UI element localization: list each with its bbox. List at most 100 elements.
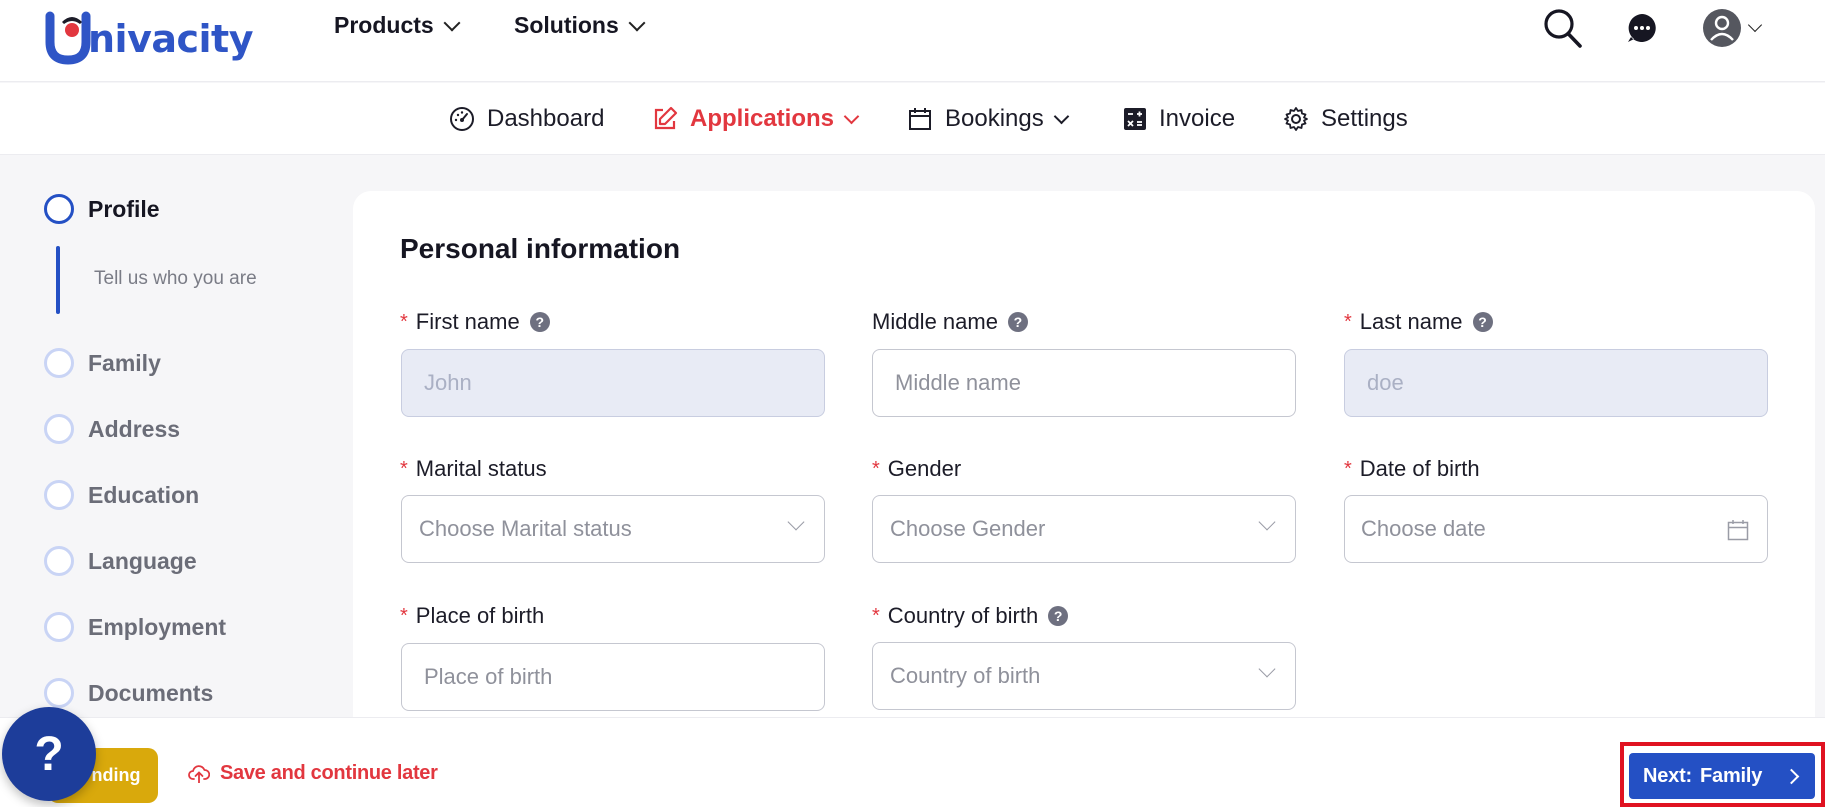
menu-products[interactable]: Products: [334, 12, 461, 39]
chevron-down-icon: [1053, 108, 1070, 124]
label-text: First name: [415, 309, 520, 334]
required-marker: *: [1344, 457, 1352, 480]
step-indicator: [44, 414, 74, 444]
country-of-birth-select[interactable]: Country of birth: [872, 642, 1296, 710]
chevron-down-icon: [1258, 660, 1276, 678]
step-indicator: [44, 678, 74, 708]
step-label: Employment: [88, 613, 227, 640]
calculator-icon: [1124, 108, 1146, 130]
date-of-birth-picker[interactable]: Choose date: [1344, 495, 1768, 563]
step-language[interactable]: Language: [44, 546, 197, 576]
place-of-birth-field[interactable]: Place of birth: [401, 643, 825, 711]
chat-icon[interactable]: [1626, 12, 1658, 49]
select-value: Country of birth: [890, 663, 1041, 688]
step-employment[interactable]: Employment: [44, 612, 226, 642]
required-marker: *: [400, 310, 408, 333]
last-name-field[interactable]: doe: [1344, 349, 1768, 417]
marital-status-select[interactable]: Choose Marital status: [401, 495, 825, 563]
chevron-right-icon: [1783, 768, 1800, 784]
brand-name: nivacity: [88, 17, 253, 61]
middle-name-label: Middle name ?: [872, 309, 1028, 335]
step-description: Tell us who you are: [94, 268, 257, 289]
step-indicator: [44, 194, 74, 224]
step-label: Documents: [88, 679, 214, 706]
section-title: Personal information: [400, 233, 681, 264]
step-label: Profile: [88, 195, 160, 222]
help-icon[interactable]: ?: [1472, 312, 1493, 332]
label-text: Last name: [1359, 309, 1463, 334]
label-text: Place of birth: [415, 603, 545, 628]
help-button[interactable]: ?: [2, 707, 96, 801]
chevron-down-icon: [443, 14, 461, 31]
nav-applications-label: Applications: [690, 105, 835, 132]
place-of-birth-label: * Place of birth: [400, 603, 544, 629]
step-label: Education: [88, 481, 200, 508]
gear-icon: [1284, 107, 1308, 131]
step-label: Family: [88, 349, 161, 376]
menu-solutions[interactable]: Solutions: [514, 12, 646, 39]
step-indicator: [44, 546, 74, 576]
help-icon[interactable]: ?: [529, 312, 550, 332]
menu-products-label: Products: [334, 12, 434, 38]
calendar-icon: [909, 108, 931, 130]
first-name-label: * First name ?: [400, 309, 550, 335]
menu-solutions-label: Solutions: [514, 12, 619, 38]
account-menu[interactable]: [1702, 8, 1763, 48]
help-icon[interactable]: ?: [1048, 606, 1069, 626]
save-and-continue-later-button[interactable]: Save and continue later: [188, 762, 438, 785]
required-marker: *: [872, 457, 880, 480]
select-value: Choose Marital status: [419, 516, 632, 541]
gender-label: * Gender: [872, 456, 961, 482]
label-text: Marital status: [415, 456, 547, 481]
top-header: nivacity Products Solutions: [0, 0, 1825, 82]
nav-dashboard-label: Dashboard: [487, 105, 605, 132]
step-education[interactable]: Education: [44, 480, 199, 510]
cloud-upload-icon: [188, 764, 210, 783]
save-later-label: Save and continue later: [220, 762, 438, 784]
step-profile[interactable]: Profile: [44, 194, 160, 224]
required-marker: *: [400, 457, 408, 480]
date-value: Choose date: [1361, 516, 1486, 541]
main-nav: Dashboard Applications Bookings Invoice …: [0, 83, 1825, 155]
chevron-down-icon: [843, 108, 860, 124]
nav-invoice[interactable]: Invoice: [1123, 83, 1235, 155]
first-name-field[interactable]: John: [401, 349, 825, 417]
step-indicator: [44, 480, 74, 510]
nav-settings[interactable]: Settings: [1283, 83, 1408, 155]
chevron-down-icon: [628, 14, 646, 31]
chevron-down-icon: [1747, 17, 1763, 33]
middle-name-field[interactable]: Middle name: [872, 349, 1296, 417]
nav-dashboard[interactable]: Dashboard: [449, 83, 604, 155]
nav-settings-label: Settings: [1321, 105, 1408, 132]
required-marker: *: [872, 604, 880, 627]
label-text: Country of birth: [887, 603, 1039, 628]
step-family[interactable]: Family: [44, 348, 161, 378]
required-marker: *: [400, 604, 408, 627]
avatar-icon: [1703, 9, 1741, 47]
step-label: Address: [88, 415, 181, 442]
edit-icon: [654, 106, 678, 130]
brand-logo[interactable]: nivacity: [44, 2, 253, 65]
step-indicator: [44, 348, 74, 378]
nav-applications[interactable]: Applications: [652, 83, 860, 155]
country-of-birth-label: * Country of birth ?: [872, 603, 1069, 629]
label-text: Date of birth: [1359, 456, 1480, 481]
step-documents[interactable]: Documents: [44, 678, 213, 708]
step-indicator: [44, 612, 74, 642]
label-text: Gender: [887, 456, 962, 481]
gender-select[interactable]: Choose Gender: [872, 495, 1296, 563]
next-prefix: Next:: [1643, 764, 1693, 787]
select-value: Choose Gender: [890, 516, 1046, 541]
search-icon[interactable]: [1542, 6, 1584, 55]
personal-information-card: Personal information * First name ? John…: [353, 191, 1815, 751]
chevron-down-icon: [787, 513, 805, 531]
nav-bookings[interactable]: Bookings: [907, 83, 1070, 155]
help-icon[interactable]: ?: [1007, 312, 1028, 332]
step-address[interactable]: Address: [44, 414, 180, 444]
step-label: Language: [88, 547, 197, 574]
next-step-button[interactable]: Next: Family: [1629, 753, 1815, 799]
step-progress-line: [56, 246, 60, 314]
date-of-birth-label: * Date of birth: [1344, 456, 1480, 482]
nav-bookings-label: Bookings: [945, 105, 1044, 132]
calendar-icon: [1727, 520, 1749, 541]
